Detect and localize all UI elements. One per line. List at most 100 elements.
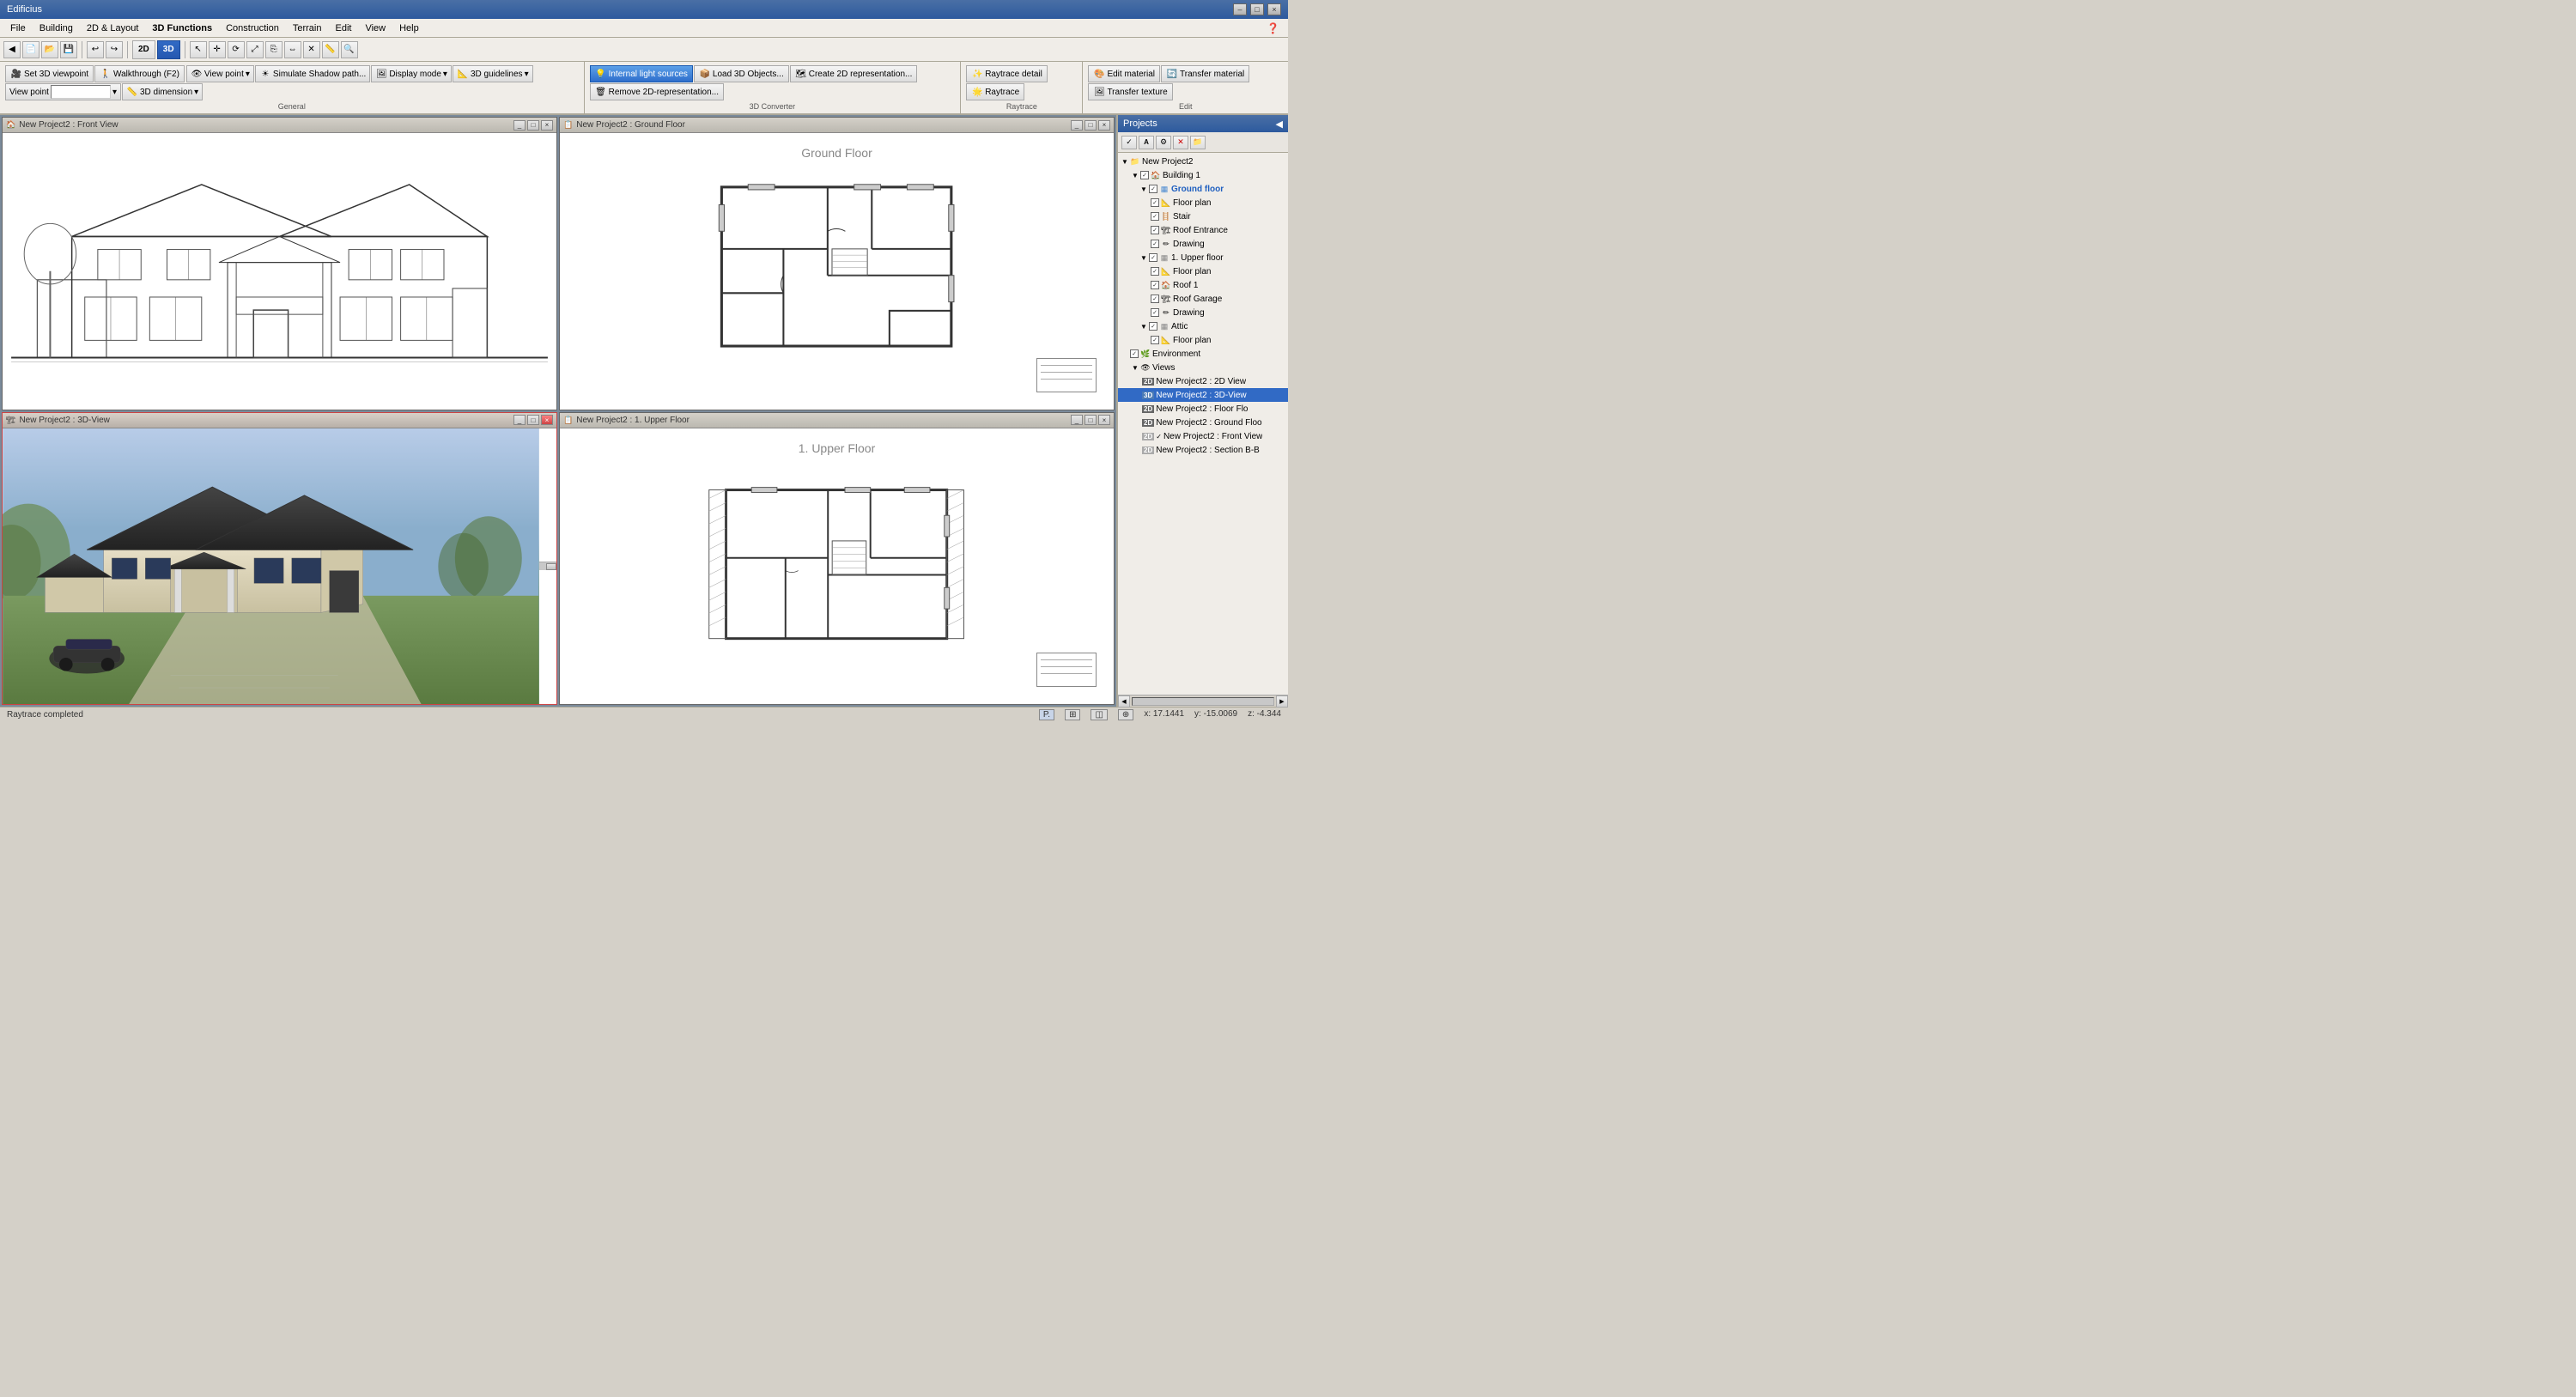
- scroll-left[interactable]: ◀: [1118, 695, 1130, 708]
- stair-checkbox[interactable]: [1151, 212, 1159, 221]
- set-3d-viewpoint-btn[interactable]: 🎥 Set 3D viewpoint: [5, 65, 94, 82]
- scroll-right[interactable]: ▶: [1276, 695, 1288, 708]
- tree-roof1[interactable]: 🏠 Roof 1: [1118, 278, 1288, 292]
- tree-ground-floor[interactable]: ▼ ▦ Ground floor: [1118, 182, 1288, 196]
- roof1-checkbox[interactable]: [1151, 281, 1159, 289]
- tree-view-section[interactable]: 2D New Project2 : Section B-B: [1118, 443, 1288, 457]
- proj-folder-btn[interactable]: 📁: [1190, 136, 1206, 149]
- fp-uf-checkbox[interactable]: [1151, 267, 1159, 276]
- tree-view-3d[interactable]: 3D New Project2 : 3D-View: [1118, 388, 1288, 402]
- rotate-btn[interactable]: ⟳: [228, 41, 245, 58]
- edit-material-btn[interactable]: 🎨 Edit material: [1088, 65, 1160, 82]
- minimize-button[interactable]: –: [1233, 3, 1247, 15]
- uf-close[interactable]: ×: [1098, 415, 1110, 425]
- view-point-dropdown[interactable]: 👁 View point ▾: [186, 65, 254, 82]
- redo-btn[interactable]: ↪: [106, 41, 123, 58]
- viewpoint-input-dropdown[interactable]: View point ▾: [5, 83, 121, 100]
- menu-2d-layout[interactable]: 2D & Layout: [80, 21, 146, 35]
- internal-light-sources-btn[interactable]: 💡 Internal light sources: [590, 65, 693, 82]
- proj-text-btn[interactable]: A: [1139, 136, 1154, 149]
- drawing-gf-checkbox[interactable]: [1151, 240, 1159, 248]
- undo-btn[interactable]: ↩: [87, 41, 104, 58]
- copy-btn[interactable]: ⎘: [265, 41, 283, 58]
- tree-drawing-gf[interactable]: ✏ Drawing: [1118, 237, 1288, 251]
- tree-floor-plan-gf[interactable]: 📐 Floor plan: [1118, 196, 1288, 210]
- save-btn[interactable]: 💾: [60, 41, 77, 58]
- fp-gf-checkbox[interactable]: [1151, 198, 1159, 207]
- 3d-close[interactable]: ×: [541, 415, 553, 425]
- attic-checkbox[interactable]: [1149, 322, 1157, 331]
- tree-view-2d[interactable]: 2D New Project2 : 2D View: [1118, 374, 1288, 388]
- load-3d-objects-btn[interactable]: 📦 Load 3D Objects...: [694, 65, 789, 82]
- status-btn-snap[interactable]: ◫: [1091, 709, 1107, 720]
- status-btn-grid[interactable]: ⊞: [1065, 709, 1080, 720]
- tree-view-floor-plan[interactable]: 2D New Project2 : Floor Flo: [1118, 402, 1288, 416]
- env-checkbox[interactable]: [1130, 349, 1139, 358]
- menu-edit[interactable]: Edit: [328, 21, 358, 35]
- front-view-body[interactable]: [3, 133, 556, 410]
- tree-floor-plan-attic[interactable]: 📐 Floor plan: [1118, 333, 1288, 347]
- gf-checkbox[interactable]: [1149, 185, 1157, 193]
- front-view-maximize[interactable]: □: [527, 120, 539, 131]
- proj-gear-btn[interactable]: ⚙: [1156, 136, 1171, 149]
- front-view-close[interactable]: ×: [541, 120, 553, 131]
- status-btn-ortho[interactable]: ⊕: [1118, 709, 1133, 720]
- upper-floor-body[interactable]: 1. Upper Floor: [560, 428, 1114, 705]
- status-btn-p[interactable]: P.: [1039, 709, 1054, 720]
- 3d-guidelines-dropdown[interactable]: 📐 3D guidelines ▾: [453, 65, 533, 82]
- view-point-input[interactable]: [51, 85, 111, 99]
- 3d-scroll-thumb[interactable]: [546, 563, 556, 570]
- delete-btn[interactable]: ✕: [303, 41, 320, 58]
- menu-3d-functions[interactable]: 3D Functions: [145, 21, 219, 35]
- menu-construction[interactable]: Construction: [219, 21, 286, 35]
- open-btn[interactable]: 📂: [41, 41, 58, 58]
- front-view-minimize[interactable]: _: [513, 120, 526, 131]
- 3d-dimension-dropdown[interactable]: 📏 3D dimension ▾: [122, 83, 203, 100]
- 3d-maximize[interactable]: □: [527, 415, 539, 425]
- gf-close[interactable]: ×: [1098, 120, 1110, 131]
- close-button[interactable]: ×: [1267, 3, 1281, 15]
- raytrace-btn[interactable]: 🌟 Raytrace: [966, 83, 1024, 100]
- roof-entrance-checkbox[interactable]: [1151, 226, 1159, 234]
- fp-attic-checkbox[interactable]: [1151, 336, 1159, 344]
- menu-file[interactable]: File: [3, 21, 33, 35]
- menu-view[interactable]: View: [358, 21, 392, 35]
- walkthrough-btn[interactable]: 🚶 Walkthrough (F2): [94, 65, 185, 82]
- proj-delete-btn[interactable]: ✕: [1173, 136, 1188, 149]
- tree-stair[interactable]: 🪜 Stair: [1118, 210, 1288, 223]
- roof-garage-checkbox[interactable]: [1151, 295, 1159, 303]
- move-btn[interactable]: ✛: [209, 41, 226, 58]
- zoom-btn[interactable]: 🔍: [341, 41, 358, 58]
- menu-building[interactable]: Building: [33, 21, 80, 35]
- tree-roof-garage[interactable]: 🏗 Roof Garage: [1118, 292, 1288, 306]
- uf-maximize[interactable]: □: [1084, 415, 1097, 425]
- gf-maximize[interactable]: □: [1084, 120, 1097, 131]
- proj-check-btn[interactable]: ✓: [1121, 136, 1137, 149]
- tree-roof-entrance[interactable]: 🏗 Roof Entrance: [1118, 223, 1288, 237]
- new-btn[interactable]: 📄: [22, 41, 39, 58]
- projects-collapse-icon[interactable]: ◀: [1276, 118, 1283, 130]
- gf-minimize[interactable]: _: [1071, 120, 1083, 131]
- raytrace-detail-btn[interactable]: ✨ Raytrace detail: [966, 65, 1048, 82]
- scale-btn[interactable]: ⤢: [246, 41, 264, 58]
- display-mode-dropdown[interactable]: 🖼 Display mode ▾: [371, 65, 452, 82]
- tree-view-ground-floor[interactable]: 2D New Project2 : Ground Floo: [1118, 416, 1288, 429]
- ground-floor-body[interactable]: Ground Floor: [560, 133, 1114, 410]
- tree-root[interactable]: ▼ 📁 New Project2: [1118, 155, 1288, 168]
- tree-building1[interactable]: ▼ 🏠 Building 1: [1118, 168, 1288, 182]
- menu-terrain[interactable]: Terrain: [286, 21, 329, 35]
- remove-2d-repr-btn[interactable]: 🗑 Remove 2D-representation...: [590, 83, 724, 100]
- transfer-texture-btn[interactable]: 🖼 Transfer texture: [1088, 83, 1172, 100]
- tree-drawing-uf[interactable]: ✏ Drawing: [1118, 306, 1288, 319]
- btn-3d[interactable]: 3D: [157, 40, 180, 59]
- maximize-button[interactable]: □: [1250, 3, 1264, 15]
- back-btn[interactable]: ◀: [3, 41, 21, 58]
- 3d-view-body[interactable]: [3, 428, 556, 705]
- select-btn[interactable]: ↖: [190, 41, 207, 58]
- tree-views[interactable]: ▼ 👁 Views: [1118, 361, 1288, 374]
- uf-minimize[interactable]: _: [1071, 415, 1083, 425]
- tree-environment[interactable]: 🌿 Environment: [1118, 347, 1288, 361]
- measure-btn[interactable]: 📏: [322, 41, 339, 58]
- create-2d-repr-btn[interactable]: 🗺 Create 2D representation...: [790, 65, 918, 82]
- btn-2d[interactable]: 2D: [132, 40, 155, 59]
